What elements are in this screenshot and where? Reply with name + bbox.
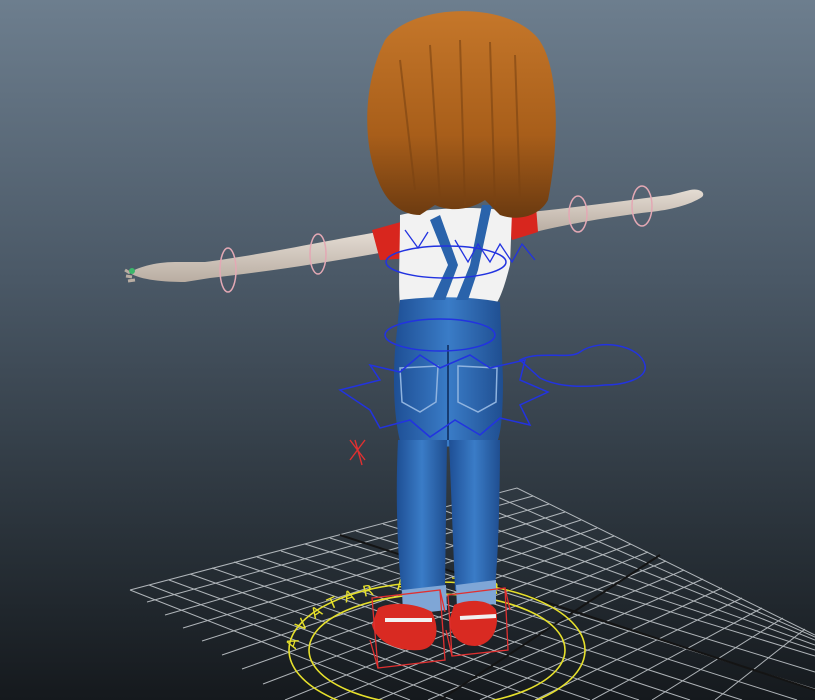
right-arm	[530, 189, 704, 232]
ik-pole-control[interactable]	[349, 439, 366, 466]
scene: AVATAR AVATAR AVATAR AVATAR	[0, 0, 815, 700]
3d-viewport[interactable]: AVATAR AVATAR AVATAR AVATAR	[0, 0, 815, 700]
left-arm	[124, 232, 385, 283]
head-hair	[367, 11, 556, 218]
shirt	[399, 208, 512, 305]
root-control-ring-text: AVATAR AVATAR	[0, 0, 255, 4]
